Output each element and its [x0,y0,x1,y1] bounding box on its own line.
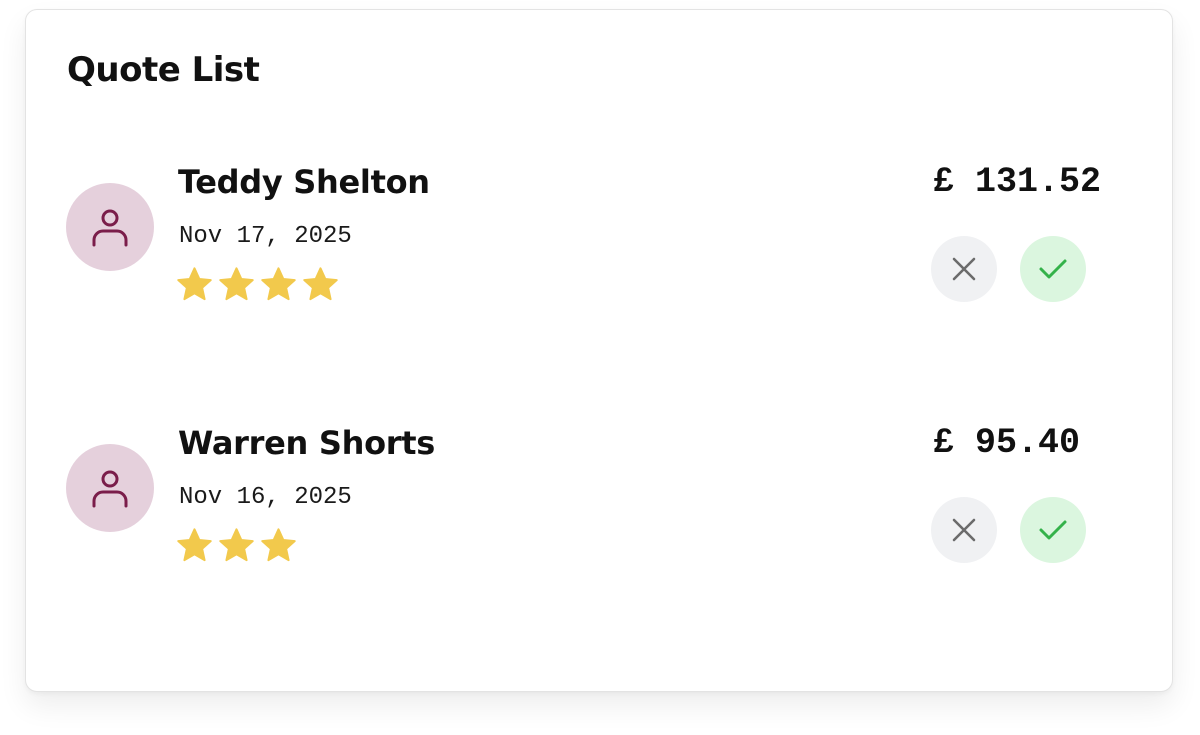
close-icon [952,257,976,281]
quote-item: Warren Shorts Nov 16, 2025 £ 95.40 [26,421,1172,601]
user-icon [92,470,128,508]
star-icon [219,267,254,301]
quote-price: £ 131.52 [933,162,1102,202]
check-icon [1039,259,1067,279]
quote-date: Nov 16, 2025 [179,484,352,511]
quote-date: Nov 17, 2025 [179,223,352,250]
avatar [66,444,154,532]
star-icon [177,528,212,562]
quote-list-card: Quote List Teddy Shelton Nov 17, 2025 £ … [25,9,1173,692]
quote-price: £ 95.40 [933,423,1081,463]
page-title: Quote List [67,50,260,90]
star-rating [176,527,297,563]
accept-button[interactable] [1020,497,1086,563]
star-icon [219,528,254,562]
user-icon [92,209,128,247]
customer-name: Teddy Shelton [178,163,430,201]
star-rating [176,266,339,302]
star-icon [261,267,296,301]
close-icon [952,518,976,542]
avatar [66,183,154,271]
accept-button[interactable] [1020,236,1086,302]
check-icon [1039,520,1067,540]
reject-button[interactable] [931,497,997,563]
star-icon [177,267,212,301]
star-icon [303,267,338,301]
reject-button[interactable] [931,236,997,302]
quote-item: Teddy Shelton Nov 17, 2025 £ 131.52 [26,160,1172,340]
star-icon [261,528,296,562]
customer-name: Warren Shorts [178,424,435,462]
